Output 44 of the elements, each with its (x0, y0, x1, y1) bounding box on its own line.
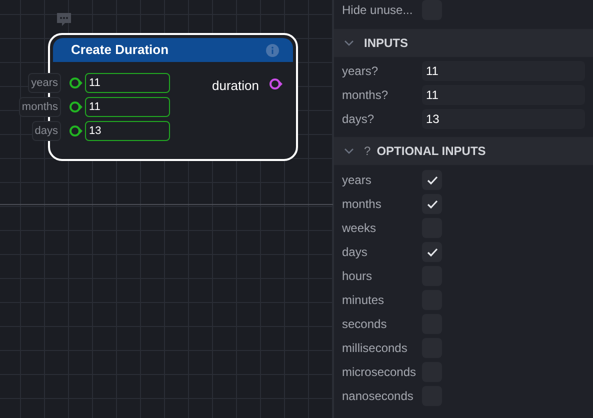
checkbox[interactable] (422, 170, 442, 190)
option-label: years (342, 172, 372, 189)
chevron-icon[interactable] (344, 148, 354, 154)
help-icon[interactable]: ? (364, 142, 371, 160)
node-title: Create Duration (71, 41, 169, 60)
option-label: months (342, 196, 382, 213)
value-field[interactable]: 11 (85, 97, 170, 117)
checkmark-icon (426, 248, 438, 256)
output-label: duration (212, 77, 259, 95)
option-label: hours (342, 268, 374, 285)
pin-icon[interactable] (69, 101, 83, 113)
section-title: INPUTS (364, 35, 408, 52)
value-field[interactable]: 11 (85, 73, 170, 93)
option-label: minutes (342, 292, 386, 309)
option-label: weeks (342, 220, 378, 237)
checkbox[interactable] (422, 194, 442, 214)
field-label: years? (342, 63, 380, 80)
value-field[interactable]: 13 (422, 109, 585, 129)
option-label: microseconds (342, 364, 418, 381)
field-label: days? (342, 111, 376, 128)
pin-icon[interactable] (69, 77, 83, 89)
info-icon[interactable] (266, 44, 279, 56)
comment-icon[interactable] (56, 12, 72, 28)
option-label: days (342, 244, 368, 261)
section-header[interactable]: INPUTS (334, 29, 593, 57)
option-label: milliseconds (342, 340, 408, 357)
option-label: seconds (342, 316, 388, 333)
pin-label: days (32, 121, 61, 141)
pin-label: years (28, 73, 61, 93)
checkmark-icon (426, 200, 438, 208)
pin-icon[interactable] (269, 78, 283, 90)
section-header[interactable]: ? OPTIONAL INPUTS (334, 137, 593, 165)
checkbox[interactable] (422, 242, 442, 262)
pin-icon[interactable] (69, 125, 83, 137)
chevron-icon[interactable] (344, 40, 354, 46)
option-label: nanoseconds (342, 388, 414, 405)
setting-label: Hide unuse... (342, 2, 414, 19)
pin-label: months (18, 97, 61, 117)
checkmark-icon (426, 176, 438, 184)
value-field[interactable]: 11 (422, 85, 585, 105)
value-field[interactable]: 11 (422, 61, 585, 81)
value-field[interactable]: 13 (85, 121, 170, 141)
field-label: months? (342, 87, 390, 104)
section-title: OPTIONAL INPUTS (376, 143, 486, 160)
